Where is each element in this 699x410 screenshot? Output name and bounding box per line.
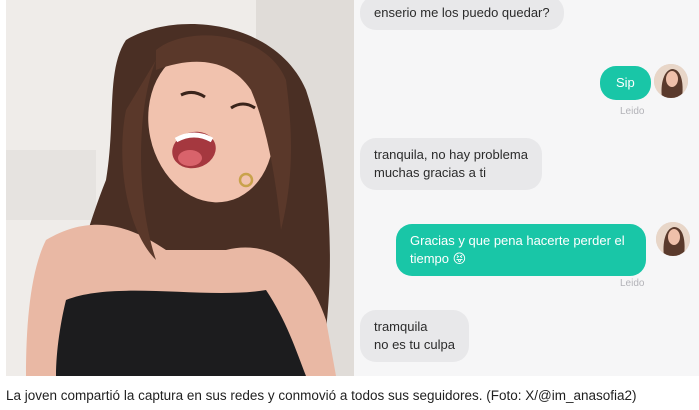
message-received-1: enserio me los puedo quedar?: [360, 0, 564, 30]
user-avatar-1: [654, 64, 688, 98]
read-status-2: Leido: [620, 278, 645, 289]
avatar-photo-icon: [656, 222, 690, 256]
read-status-1: Leido: [620, 106, 645, 117]
user-avatar-2: [656, 222, 690, 256]
woman-photo-illustration: [6, 0, 354, 376]
message-sent-1: Sip: [600, 66, 651, 100]
message-received-2: tranquila, no hay problema muchas gracia…: [360, 138, 542, 190]
image-caption: La joven compartió la captura en sus red…: [6, 388, 637, 403]
message-received-3: tramquila no es tu culpa: [360, 310, 469, 362]
chat-panel: enserio me los puedo quedar? Sip Leido t…: [354, 0, 699, 376]
woman-photo: [6, 0, 354, 376]
avatar-photo-icon: [654, 64, 688, 98]
message-sent-2: Gracias y que pena hacerte perder el tie…: [396, 224, 646, 276]
